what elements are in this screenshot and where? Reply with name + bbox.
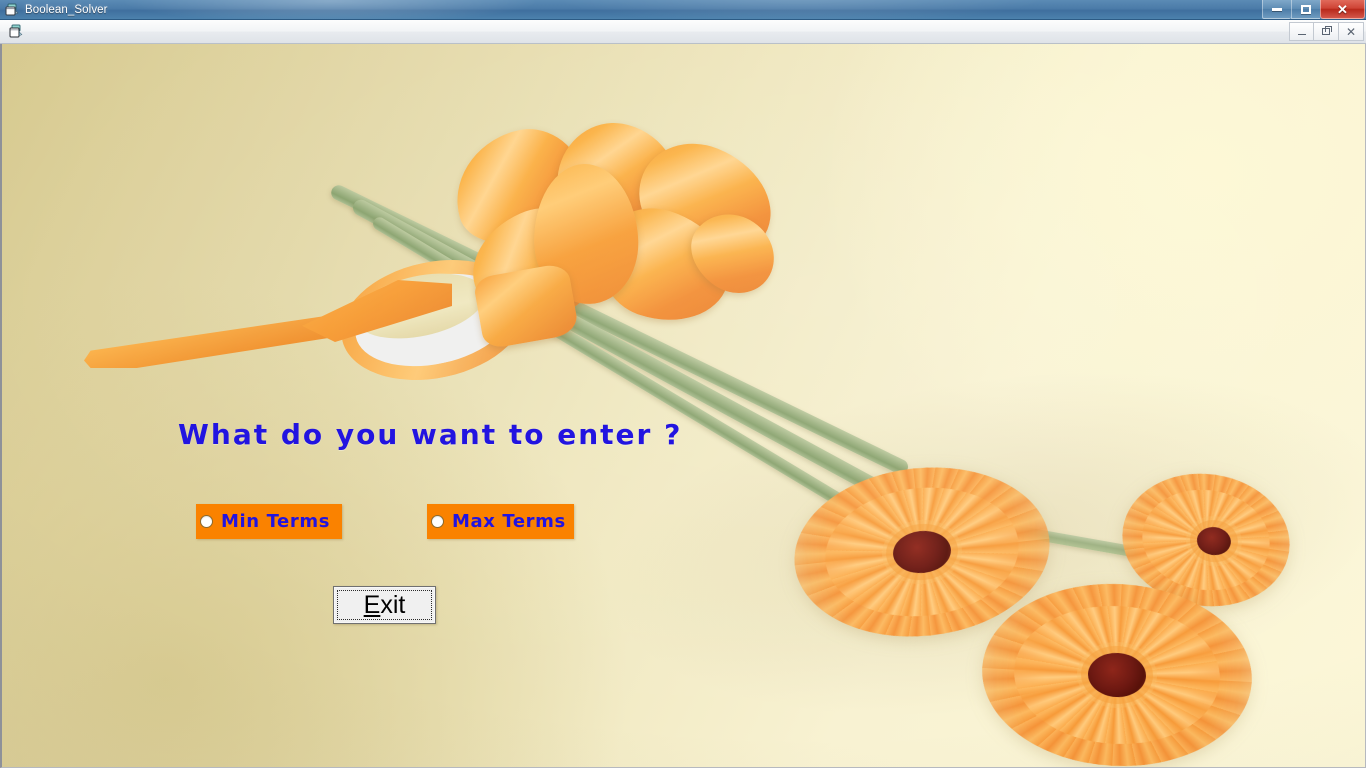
radio-option-max-terms[interactable]: Max Terms [427, 504, 574, 539]
photo-vignette [2, 44, 1365, 767]
page-title: What do you want to enter ? [178, 418, 683, 451]
minimize-icon [1272, 7, 1282, 11]
application-window: Boolean_Solver ✕ ✕ What do you want to e… [0, 0, 1366, 768]
radio-option-label: Min Terms [221, 511, 331, 532]
close-icon: ✕ [1345, 24, 1357, 39]
os-title-bar: Boolean_Solver ✕ [0, 0, 1366, 20]
radio-option-label: Max Terms [452, 511, 566, 532]
exit-button[interactable]: Exit [333, 586, 436, 624]
radio-option-min-terms[interactable]: Min Terms [196, 504, 342, 539]
os-maximize-button[interactable] [1291, 0, 1320, 19]
inner-window-controls: ✕ [1289, 22, 1364, 41]
restore-icon [1322, 26, 1332, 35]
inner-window-title-bar: ✕ [0, 20, 1366, 44]
maximize-icon [1301, 4, 1311, 14]
exit-button-label: Exit [363, 590, 406, 619]
exit-accelerator-letter: E [363, 590, 381, 619]
inner-minimize-button[interactable] [1289, 22, 1314, 41]
mdi-document-icon [7, 23, 24, 40]
exit-label-rest: xit [380, 590, 406, 619]
inner-restore-button[interactable] [1314, 22, 1339, 41]
os-close-button[interactable]: ✕ [1320, 0, 1365, 19]
form-client-area: What do you want to enter ? Min Terms Ma… [0, 44, 1366, 768]
os-window-title: Boolean_Solver [25, 3, 108, 16]
os-minimize-button[interactable] [1262, 0, 1291, 19]
titlebar-glow-secondary [560, 0, 1040, 19]
minimize-icon [1297, 34, 1306, 35]
inner-close-button[interactable]: ✕ [1339, 22, 1364, 41]
titlebar-glow [120, 0, 540, 19]
radio-button-icon[interactable] [431, 515, 444, 528]
background-photo [2, 44, 1365, 767]
close-icon: ✕ [1337, 1, 1348, 17]
radio-button-icon[interactable] [200, 515, 213, 528]
os-window-controls: ✕ [1262, 0, 1366, 19]
window-stack-icon [4, 2, 20, 18]
